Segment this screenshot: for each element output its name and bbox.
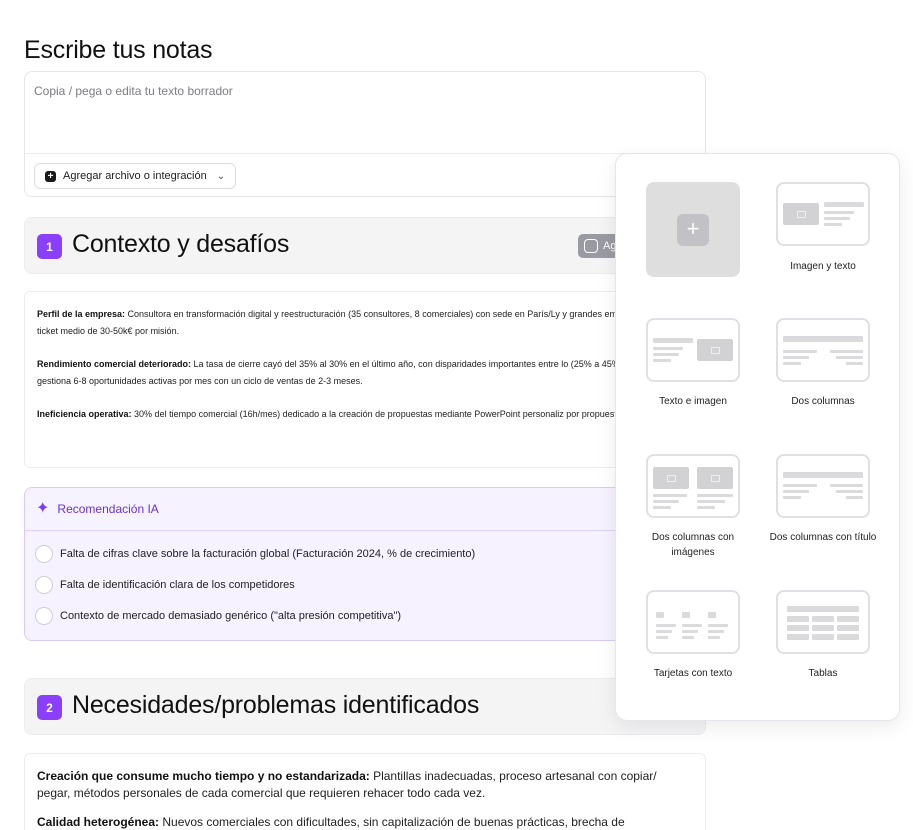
layout-two-columns-images[interactable] (646, 454, 740, 518)
paragraph: Rendimiento comercial deteriorado: La ta… (37, 359, 691, 386)
layout-cards-text[interactable] (646, 590, 740, 654)
recommendation-item[interactable]: Contexto de mercado demasiado genérico (… (35, 606, 401, 626)
paragraph: Calidad heterogénea: Nuevos comerciales … (37, 815, 625, 829)
layout-two-columns-title[interactable] (776, 454, 870, 518)
section-2-content[interactable]: Creación que consume mucho tiempo y no e… (24, 753, 706, 830)
add-file-integration-button[interactable]: + Agregar archivo o integración ⌄ (34, 163, 237, 189)
recommendation-title: Recomendación IA (57, 502, 159, 516)
section-header-2: 2 Necesidades/problemas identificados (24, 678, 706, 735)
layout-picker-popup: + Imagen y texto Texto e imagen Dos colu… (615, 153, 900, 721)
notes-editor[interactable]: Copia / pega o edita tu texto borrador +… (24, 71, 706, 197)
plus-square-icon: + (45, 170, 56, 182)
layout-tables[interactable] (776, 590, 870, 654)
robot-icon (584, 239, 598, 253)
layout-image-text[interactable] (776, 182, 870, 246)
ai-recommendation-panel: ✦ Recomendación IA Falta de cifras clave… (24, 487, 706, 641)
section-title: Contexto y desafíos (72, 230, 290, 258)
section-title: Necesidades/problemas identificados (72, 691, 480, 719)
section-number-badge: 1 (37, 234, 62, 259)
layout-label: Texto e imagen (659, 396, 727, 407)
layout-label: Tablas (808, 668, 838, 679)
page-title: Escribe tus notas (24, 36, 213, 64)
radio-button[interactable] (35, 607, 53, 625)
recommendation-header: ✦ Recomendación IA (25, 488, 705, 531)
radio-button[interactable] (35, 545, 53, 563)
section-header-1: 1 Contexto y desafíos Ag (24, 217, 706, 274)
chevron-down-icon: ⌄ (216, 170, 226, 182)
radio-button[interactable] (35, 576, 53, 594)
add-file-integration-label: Agregar archivo o integración (63, 170, 207, 182)
recommendation-item[interactable]: Falta de identificación clara de los com… (35, 575, 295, 595)
layout-label: Dos columnas con imágenes (651, 532, 735, 558)
layout-label: Tarjetas con texto (653, 668, 733, 679)
recommendation-item[interactable]: Falta de cifras clave sobre la facturaci… (35, 544, 475, 564)
paragraph: Perfil de la empresa: Consultora en tran… (37, 309, 674, 336)
section-1-content[interactable]: Perfil de la empresa: Consultora en tran… (24, 291, 706, 468)
layout-add-blank[interactable]: + (646, 182, 740, 277)
notes-placeholder: Copia / pega o edita tu texto borrador (34, 84, 233, 98)
paragraph: Creación que consume mucho tiempo y no e… (37, 769, 657, 800)
layout-label: Imagen y texto (790, 261, 856, 272)
plus-icon: + (677, 214, 709, 246)
sparkle-icon: ✦ (36, 500, 50, 517)
layout-label: Dos columnas (791, 396, 855, 407)
layout-text-image[interactable] (646, 318, 740, 382)
layout-label: Dos columnas con título (769, 532, 877, 543)
section-number-badge: 2 (37, 695, 62, 720)
notes-divider (25, 153, 705, 154)
layout-two-columns[interactable] (776, 318, 870, 382)
paragraph: Ineficiencia operativa: 30% del tiempo c… (37, 409, 677, 419)
